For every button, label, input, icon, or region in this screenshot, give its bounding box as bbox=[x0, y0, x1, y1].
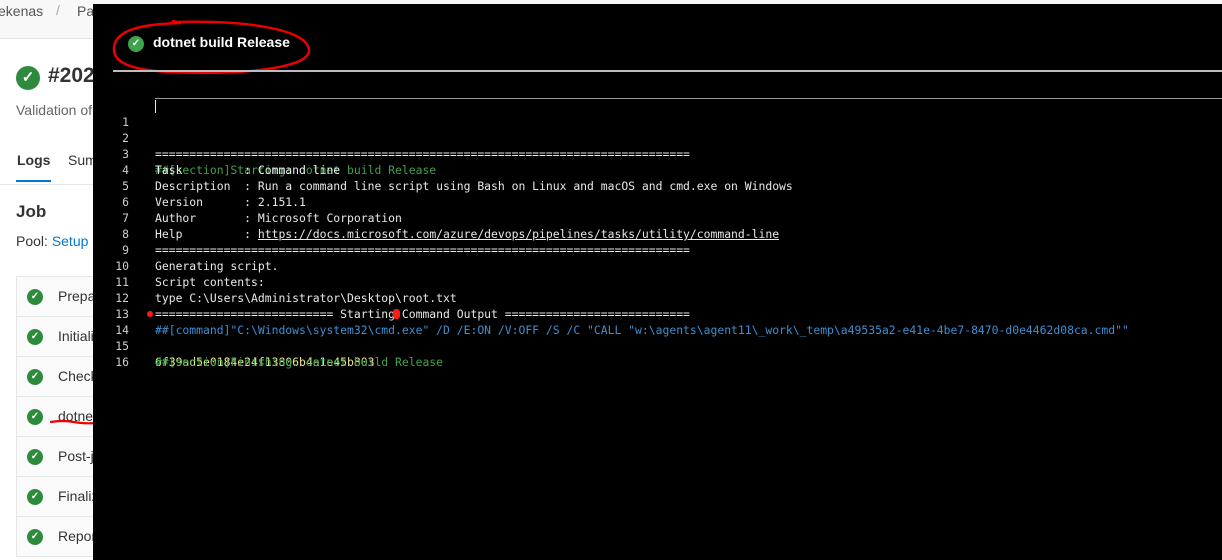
check-circle-icon: ✓ bbox=[27, 369, 43, 385]
log-line: 5 Version : 2.151.1 bbox=[93, 162, 1222, 209]
log-line: 2 ======================================… bbox=[93, 114, 1222, 161]
log-line: 15 ##[section]Finishing: dotnet build Re… bbox=[93, 322, 1222, 369]
red-mark-annotation bbox=[393, 309, 400, 319]
check-circle-icon: ✓ bbox=[27, 489, 43, 505]
log-line: 4 Description : Run a command line scrip… bbox=[93, 146, 1222, 193]
log-line: 12 ========================== Starting C… bbox=[93, 274, 1222, 321]
step-label: Post-j bbox=[58, 448, 94, 464]
log-line: 1 ##[section]Starting: dotnet build Rele… bbox=[93, 98, 1222, 177]
step-label: Prepa bbox=[58, 288, 96, 304]
active-tab-indicator bbox=[16, 180, 51, 182]
selection-rule bbox=[155, 98, 1222, 99]
pool-line: Pool: Setup bbox=[16, 233, 88, 249]
tab-logs[interactable]: Logs bbox=[17, 152, 50, 168]
log-output: 1 ##[section]Starting: dotnet build Rele… bbox=[93, 98, 1222, 369]
log-line: 3 Task : Command line bbox=[93, 130, 1222, 177]
job-heading: Job bbox=[16, 202, 47, 221]
pool-label: Pool: bbox=[16, 233, 48, 249]
log-line: 16 bbox=[93, 338, 1222, 369]
run-subtitle: Validation of bbox=[16, 102, 93, 118]
log-line: 14 6f39ad5e0184e24f13806b4a1e45b803 bbox=[93, 306, 1222, 369]
log-line: 9 Generating script. bbox=[93, 226, 1222, 273]
check-circle-icon: ✓ bbox=[27, 289, 43, 305]
log-line: 6 Author : Microsoft Corporation bbox=[93, 178, 1222, 225]
check-circle-icon: ✓ bbox=[27, 529, 43, 545]
text-cursor bbox=[155, 100, 156, 113]
log-line: 11 type C:\Users\Administrator\Desktop\r… bbox=[93, 258, 1222, 305]
breadcrumb-project[interactable]: Pa bbox=[77, 3, 94, 19]
check-circle-icon: ✓ bbox=[27, 449, 43, 465]
step-label: Initiali bbox=[58, 328, 94, 344]
red-mark-annotation bbox=[147, 311, 153, 317]
run-title: #202 bbox=[48, 64, 95, 87]
header-divider bbox=[113, 70, 1222, 72]
log-line: 7 Help : https://docs.microsoft.com/azur… bbox=[93, 194, 1222, 241]
pool-link[interactable]: Setup bbox=[52, 233, 89, 249]
log-panel-header: ✓ dotnet build Release bbox=[93, 4, 1222, 74]
breadcrumb-separator: / bbox=[56, 2, 60, 18]
check-circle-icon: ✓ bbox=[27, 329, 43, 345]
log-line: 10 Script contents: bbox=[93, 242, 1222, 289]
log-text: ##[section]Finishing: dotnet build Relea… bbox=[155, 355, 444, 369]
run-success-icon: ✓ bbox=[16, 66, 40, 90]
log-line: 13 ##[command]"C:\Windows\system32\cmd.e… bbox=[93, 290, 1222, 337]
step-label: Repor bbox=[58, 528, 97, 544]
check-circle-icon: ✓ bbox=[27, 409, 43, 425]
red-underline-annotation bbox=[50, 419, 96, 425]
step-label: Check bbox=[58, 368, 98, 384]
red-circle-annotation bbox=[112, 20, 311, 74]
log-line: 8 ======================================… bbox=[93, 210, 1222, 257]
log-panel: ✓ dotnet build Release 1 ##[section]Star… bbox=[93, 4, 1222, 560]
line-number: 16 bbox=[115, 355, 129, 369]
breadcrumb-org[interactable]: ekenas bbox=[0, 3, 43, 19]
